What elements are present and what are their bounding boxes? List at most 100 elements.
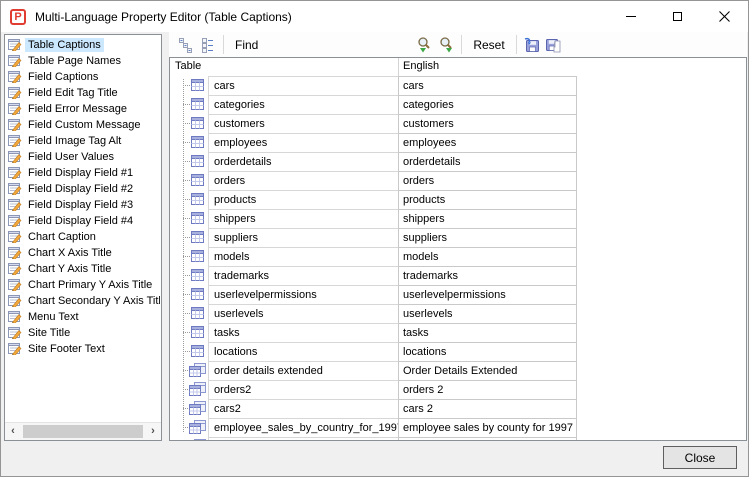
sidebar-item[interactable]: Field User Values [6, 149, 160, 165]
table-name-cell[interactable]: tasks [208, 323, 398, 342]
english-caption-cell[interactable]: userlevels [398, 304, 577, 323]
table-name-cell[interactable]: orders2 [208, 380, 398, 399]
table-row[interactable]: categories categories [170, 95, 746, 114]
titlebar: P Multi-Language Property Editor (Table … [1, 1, 748, 32]
sidebar-item[interactable]: Field Captions [6, 69, 160, 85]
sidebar-horizontal-scrollbar[interactable]: ‹ › [5, 422, 161, 440]
table-row[interactable]: cars2 cars 2 [170, 399, 746, 418]
table-row[interactable]: shippers shippers [170, 209, 746, 228]
sidebar-item[interactable]: Field Edit Tag Title [6, 85, 160, 101]
english-caption-cell[interactable]: models [398, 247, 577, 266]
find-button[interactable]: Find [228, 38, 265, 52]
table-row[interactable]: trademarks trademarks [170, 266, 746, 285]
table-name-cell[interactable]: locations [208, 342, 398, 361]
table-row[interactable]: orders2 orders 2 [170, 380, 746, 399]
sidebar-item[interactable]: Table Captions [6, 37, 160, 53]
english-caption-cell[interactable]: employee sales by county for 1997 [398, 418, 577, 437]
english-caption-cell[interactable]: orders [398, 171, 577, 190]
table-name-cell[interactable]: order details extended [208, 361, 398, 380]
sidebar-item[interactable]: Site Title [6, 325, 160, 341]
table-name-cell[interactable] [208, 437, 398, 440]
table-row[interactable]: employee_sales_by_country_for_1997 emplo… [170, 418, 746, 437]
scroll-right-button[interactable]: › [145, 423, 161, 440]
sidebar-item[interactable]: Field Display Field #2 [6, 181, 160, 197]
english-caption-cell[interactable]: shippers [398, 209, 577, 228]
close-window-button[interactable] [701, 1, 748, 32]
table-name-cell[interactable]: trademarks [208, 266, 398, 285]
table-row[interactable]: employees employees [170, 133, 746, 152]
sidebar-item[interactable]: Table Page Names [6, 53, 160, 69]
english-caption-cell[interactable]: orders 2 [398, 380, 577, 399]
close-button[interactable]: Close [663, 446, 737, 469]
table-row[interactable]: orderdetails orderdetails [170, 152, 746, 171]
table-row[interactable]: order details extended Order Details Ext… [170, 361, 746, 380]
english-caption-cell[interactable] [398, 437, 577, 440]
maximize-button[interactable] [654, 1, 701, 32]
table-name-cell[interactable]: suppliers [208, 228, 398, 247]
sidebar-item[interactable]: Chart X Axis Title [6, 245, 160, 261]
english-caption-cell[interactable]: cars 2 [398, 399, 577, 418]
english-caption-cell[interactable]: customers [398, 114, 577, 133]
table-name-cell[interactable]: models [208, 247, 398, 266]
tree-cell [170, 304, 208, 323]
reset-button[interactable]: Reset [466, 38, 511, 52]
english-caption-cell[interactable]: employees [398, 133, 577, 152]
table-row[interactable]: suppliers suppliers [170, 228, 746, 247]
table-name-cell[interactable]: employee_sales_by_country_for_1997 [208, 418, 398, 437]
table-row[interactable]: models models [170, 247, 746, 266]
minimize-button[interactable] [607, 1, 654, 32]
english-caption-cell[interactable]: suppliers [398, 228, 577, 247]
table-name-cell[interactable]: orders [208, 171, 398, 190]
sidebar-item[interactable]: Site Footer Text [6, 341, 160, 357]
table-row[interactable]: userlevelpermissions userlevelpermission… [170, 285, 746, 304]
table-name-cell[interactable]: userlevels [208, 304, 398, 323]
table-row[interactable]: locations locations [170, 342, 746, 361]
english-caption-cell[interactable]: orderdetails [398, 152, 577, 171]
english-caption-cell[interactable]: tasks [398, 323, 577, 342]
find-next-button[interactable] [435, 34, 457, 56]
collapse-tree-button[interactable] [175, 34, 197, 56]
table-name-cell[interactable]: customers [208, 114, 398, 133]
sidebar-item-icon-slot [8, 309, 25, 326]
english-caption-cell[interactable]: userlevelpermissions [398, 285, 577, 304]
english-caption-cell[interactable]: categories [398, 95, 577, 114]
load-file-button[interactable] [521, 34, 543, 56]
table-row[interactable]: tasks tasks [170, 323, 746, 342]
sidebar-item[interactable]: Field Display Field #1 [6, 165, 160, 181]
english-caption-cell[interactable]: Order Details Extended [398, 361, 577, 380]
table-name-cell[interactable]: shippers [208, 209, 398, 228]
table-row[interactable]: cars cars [170, 76, 746, 95]
sidebar-item[interactable]: Chart Secondary Y Axis Title [6, 293, 160, 309]
property-page-icon [8, 101, 22, 115]
table-row[interactable]: userlevels userlevels [170, 304, 746, 323]
table-name-cell[interactable]: orderdetails [208, 152, 398, 171]
sidebar-item[interactable]: Field Image Tag Alt [6, 133, 160, 149]
scroll-left-button[interactable]: ‹ [5, 423, 21, 440]
english-caption-cell[interactable]: locations [398, 342, 577, 361]
save-file-button[interactable] [543, 34, 565, 56]
sidebar-item[interactable]: Menu Text [6, 309, 160, 325]
sidebar-item[interactable]: Field Custom Message [6, 117, 160, 133]
sidebar-item[interactable]: Field Display Field #4 [6, 213, 160, 229]
table-name-cell[interactable]: cars [208, 76, 398, 95]
english-caption-cell[interactable]: products [398, 190, 577, 209]
table-name-cell[interactable]: employees [208, 133, 398, 152]
sidebar-item[interactable]: Chart Primary Y Axis Title [6, 277, 160, 293]
expand-list-button[interactable] [197, 34, 219, 56]
table-name-cell[interactable]: products [208, 190, 398, 209]
table-row[interactable]: customers customers [170, 114, 746, 133]
english-caption-cell[interactable]: cars [398, 76, 577, 95]
scrollbar-thumb[interactable] [23, 425, 143, 438]
table-name-cell[interactable]: categories [208, 95, 398, 114]
sidebar-item[interactable]: Chart Y Axis Title [6, 261, 160, 277]
sidebar-item[interactable]: Field Display Field #3 [6, 197, 160, 213]
table-row[interactable]: products products [170, 190, 746, 209]
table-row[interactable]: orders orders [170, 171, 746, 190]
english-caption-cell[interactable]: trademarks [398, 266, 577, 285]
sidebar-item[interactable]: Chart Caption [6, 229, 160, 245]
sidebar-item[interactable]: Field Error Message [6, 101, 160, 117]
table-row-partial[interactable] [170, 437, 746, 440]
table-name-cell[interactable]: userlevelpermissions [208, 285, 398, 304]
find-previous-button[interactable] [413, 34, 435, 56]
table-name-cell[interactable]: cars2 [208, 399, 398, 418]
